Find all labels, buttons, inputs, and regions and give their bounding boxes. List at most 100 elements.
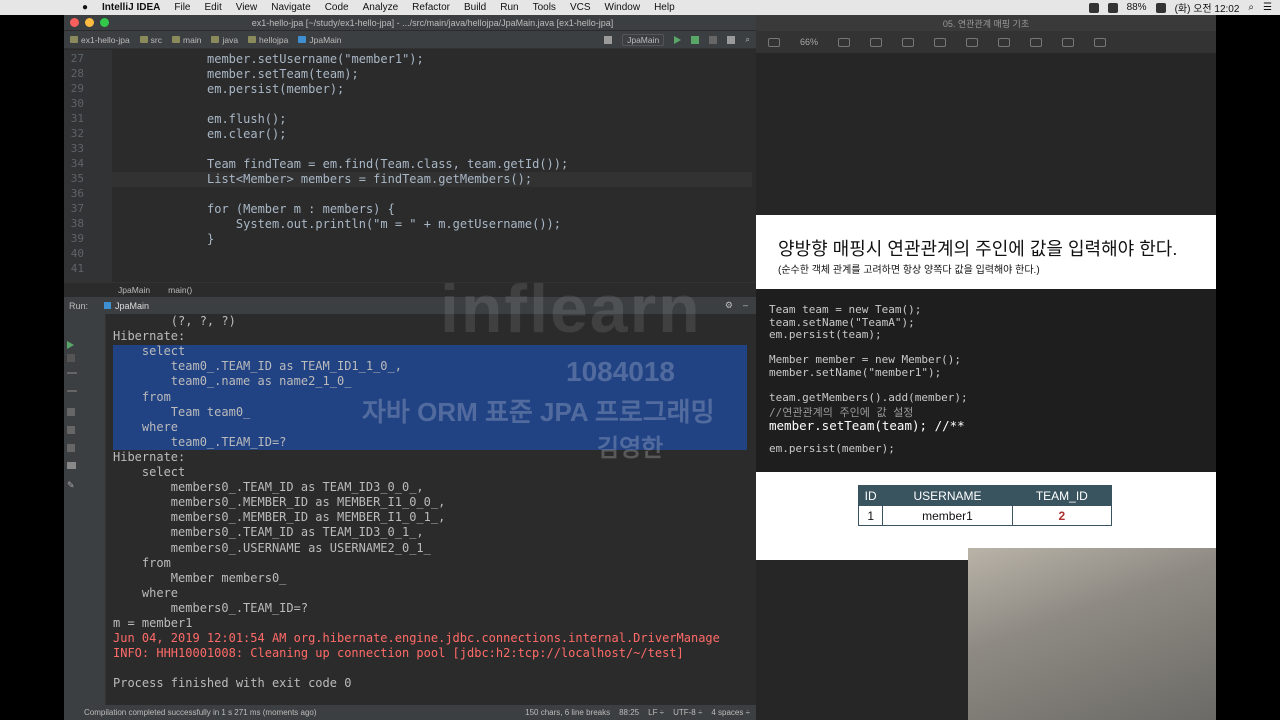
crumb-main[interactable]: main <box>172 35 201 45</box>
line-separator[interactable]: LF ÷ <box>648 708 664 717</box>
run-config-select[interactable]: JpaMain <box>622 33 665 46</box>
menu-edit[interactable]: Edit <box>204 2 221 13</box>
cell-username: member1 <box>882 505 1013 526</box>
line-number: 41 <box>70 262 84 275</box>
line-number: 31 <box>70 112 84 125</box>
crumb-class[interactable]: JpaMain <box>118 285 150 295</box>
slide-subtitle: (순수한 객체 관계를 고려하면 항상 양쪽다 값을 입력해야 한다.) <box>778 265 1040 276</box>
add-slide-icon[interactable] <box>838 37 851 47</box>
menu-build[interactable]: Build <box>464 2 486 13</box>
run-icon[interactable] <box>674 35 682 44</box>
line-number: 32 <box>70 127 84 140</box>
camera-icon[interactable] <box>67 408 75 416</box>
print-icon[interactable] <box>67 426 75 434</box>
caret-position[interactable]: 88:25 <box>619 708 639 717</box>
play-icon[interactable] <box>870 37 883 47</box>
menu-navigate[interactable]: Navigate <box>271 2 310 13</box>
table-icon[interactable] <box>934 37 947 47</box>
selection-info: 150 chars, 6 line breaks <box>525 708 611 717</box>
search-icon[interactable]: ⌕ <box>1248 2 1254 13</box>
menu-refactor[interactable]: Refactor <box>412 2 450 13</box>
folder-icon <box>211 36 220 43</box>
console-line: members0_.TEAM_ID as TEAM_ID3_0_0_, <box>113 480 424 495</box>
clock[interactable]: (화) 오전 12:02 <box>1175 0 1240 15</box>
col-username: USERNAME <box>882 485 1013 506</box>
hammer-icon[interactable] <box>604 35 613 44</box>
menu-view[interactable]: View <box>236 2 258 13</box>
input-source-icon[interactable] <box>1155 2 1166 13</box>
media-icon[interactable] <box>1062 37 1075 47</box>
text-icon[interactable] <box>998 37 1011 47</box>
indent-setting[interactable]: 4 spaces ÷ <box>711 708 750 717</box>
crumb-hellojpa[interactable]: hellojpa <box>248 35 288 45</box>
file-encoding[interactable]: UTF-8 ÷ <box>673 708 702 717</box>
minimize-window-button[interactable] <box>85 18 94 27</box>
trash-icon[interactable] <box>67 444 75 452</box>
console-line: members0_.MEMBER_ID as MEMBER_I1_0_1_, <box>113 510 446 525</box>
menu-vcs[interactable]: VCS <box>570 2 591 13</box>
pin-icon[interactable]: ✎ <box>67 480 79 490</box>
menu-analyze[interactable]: Analyze <box>363 2 399 13</box>
close-window-button[interactable] <box>70 18 79 27</box>
wifi-icon[interactable] <box>1107 2 1118 13</box>
status-message[interactable]: Compilation completed successfully in 1 … <box>84 708 317 717</box>
view-icon[interactable] <box>768 37 780 47</box>
console-line: Member members0_ <box>113 570 294 585</box>
stop-icon[interactable] <box>709 35 718 44</box>
menu-file[interactable]: File <box>174 2 190 13</box>
scroll-to-end-icon[interactable] <box>67 390 77 392</box>
stop-run-icon[interactable] <box>67 354 75 362</box>
watermark-course: 자바 ORM 표준 JPA 프로그래밍 <box>362 397 715 427</box>
run-tab-jpamain[interactable]: JpaMain <box>104 301 149 311</box>
slide-table-area: ID USERNAME TEAM_ID 1 member1 2 <box>756 472 1216 560</box>
line-number: 35 <box>70 172 84 185</box>
chart-icon[interactable] <box>966 37 979 47</box>
ide-window-title: ex1-hello-jpa [~/study/ex1-hello-jpa] - … <box>251 17 614 28</box>
soft-wrap-icon[interactable] <box>67 372 77 374</box>
keynote-canvas-bg <box>756 53 1216 215</box>
hide-panel-icon[interactable]: – <box>743 300 748 311</box>
line-number: 27 <box>70 52 84 65</box>
crumb-method[interactable]: main() <box>168 285 192 295</box>
menu-help[interactable]: Help <box>654 2 675 13</box>
status-bar: Compilation completed successfully in 1 … <box>64 705 756 720</box>
menu-window[interactable]: Window <box>605 2 641 13</box>
crumb-java[interactable]: java <box>211 35 238 45</box>
structure-icon[interactable] <box>727 35 736 44</box>
apple-icon[interactable]: ● <box>78 2 92 13</box>
console-line: Process finished with exit code 0 <box>113 676 352 691</box>
debug-icon[interactable] <box>691 35 700 44</box>
search-everywhere-icon[interactable]: ⌕ <box>745 34 750 45</box>
crumb-project[interactable]: ex1-hello-jpa <box>70 35 130 45</box>
keynote-live-icon[interactable] <box>902 37 915 47</box>
slide-code-line: em.persist(member); <box>769 441 895 455</box>
run-tab-label: JpaMain <box>115 300 150 311</box>
cell-id: 1 <box>857 505 884 526</box>
zoom-select[interactable]: 66% <box>800 37 818 47</box>
menu-app-name[interactable]: IntelliJ IDEA <box>102 2 160 13</box>
menu-list-icon[interactable]: ☰ <box>1263 2 1272 13</box>
code-line: member.setUsername("member1"); <box>207 52 424 66</box>
crumb-src[interactable]: src <box>139 35 162 45</box>
shape-icon[interactable] <box>1030 37 1043 47</box>
console-line: from <box>113 555 171 570</box>
line-number: 37 <box>70 202 84 215</box>
folder-icon <box>70 36 78 43</box>
comment-icon[interactable] <box>1094 37 1107 47</box>
ide-titlebar: ex1-hello-jpa [~/study/ex1-hello-jpa] - … <box>64 15 756 31</box>
rerun-icon[interactable] <box>67 336 79 349</box>
battery-percent[interactable]: 88% <box>1127 2 1147 13</box>
menu-run[interactable]: Run <box>500 2 518 13</box>
menu-code[interactable]: Code <box>325 2 349 13</box>
crumb-jpamain[interactable]: JpaMain <box>298 35 342 45</box>
zoom-window-button[interactable] <box>100 18 109 27</box>
menu-tools[interactable]: Tools <box>533 2 556 13</box>
settings-gear-icon[interactable]: ⚙ <box>725 300 733 311</box>
code-editor[interactable]: 27 28 29 30 31 32 33 34 35 36 37 38 39 40 41 member.se… <box>64 50 756 282</box>
status-icon[interactable] <box>1088 2 1099 13</box>
col-id: ID <box>857 485 884 506</box>
code-line: em.clear(); <box>207 127 287 141</box>
console-line: Team team0_ <box>113 404 258 419</box>
layout-icon[interactable] <box>67 462 76 469</box>
slide-code-line: member.setName("member1"); <box>769 366 942 379</box>
